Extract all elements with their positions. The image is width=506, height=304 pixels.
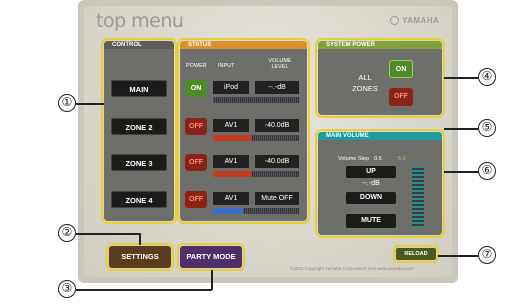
party-mode-button[interactable]: PARTY MODE xyxy=(177,243,245,271)
zone-button-zone-4[interactable]: ZONE 4 xyxy=(111,191,167,208)
volume-step-option-b[interactable]: 5.0 xyxy=(398,156,406,162)
volume-meter-zone-2 xyxy=(213,135,299,141)
power-button-zone-4[interactable]: OFF xyxy=(185,191,207,208)
control-header: CONTROL xyxy=(104,41,174,49)
callout-4-leader xyxy=(444,77,478,79)
column-input: INPUT xyxy=(218,63,235,69)
callout-4: ④ xyxy=(478,68,496,86)
system-power-off-button[interactable]: OFF xyxy=(389,88,413,106)
volume-readout: --.-dB xyxy=(362,180,380,187)
power-button-zone-2[interactable]: OFF xyxy=(185,118,207,135)
callout-2-leader-drop xyxy=(139,233,141,245)
page-title: top menu xyxy=(96,10,184,32)
callout-5: ⑤ xyxy=(478,119,496,137)
volume-meter-fill-zone-4 xyxy=(213,208,244,214)
yamaha-logo-icon xyxy=(390,16,399,25)
all-zones-label: ALL ZONES xyxy=(352,73,378,93)
power-button-zone-3[interactable]: OFF xyxy=(185,154,207,171)
system-power-on-button[interactable]: ON xyxy=(389,60,413,78)
volume-value-main: --.-dB xyxy=(255,81,299,94)
input-value-zone-3: AV1 xyxy=(213,155,249,168)
volume-value-zone-4: Mute OFF xyxy=(255,192,299,205)
copyright-text: ©2010 Copyright Yamaha Corporation Visit… xyxy=(290,266,414,271)
volume-up-button[interactable]: UP xyxy=(346,166,396,178)
status-row-zone-4: OFF AV1 Mute OFF xyxy=(183,191,303,223)
volume-step-option-a[interactable]: 0.5 xyxy=(374,156,382,162)
status-row-main: ON iPod --.-dB xyxy=(183,80,303,112)
zone-button-zone-3[interactable]: ZONE 3 xyxy=(111,154,167,171)
volume-value-zone-3: -40.0dB xyxy=(255,155,299,168)
status-row-zone-3: OFF AV1 -40.0dB xyxy=(183,154,303,186)
callout-2: ② xyxy=(58,224,76,242)
callout-3: ③ xyxy=(58,280,76,298)
power-button-main[interactable]: ON xyxy=(185,80,207,97)
volume-meter-fill-zone-3 xyxy=(213,171,252,177)
main-volume-header: MAIN VOLUME xyxy=(318,132,442,140)
zone-button-zone-2[interactable]: ZONE 2 xyxy=(111,118,167,135)
callout-6: ⑥ xyxy=(478,162,496,180)
brand: YAMAHA xyxy=(390,16,439,25)
column-power: POWER xyxy=(186,63,207,69)
volume-meter-zone-3 xyxy=(213,171,299,177)
callout-3-leader-rise xyxy=(211,270,213,290)
input-value-zone-2: AV1 xyxy=(213,119,249,132)
zone-button-main[interactable]: MAIN xyxy=(111,80,167,97)
callout-7-leader xyxy=(438,255,478,257)
callout-1-leader xyxy=(76,103,104,105)
callout-5-leader xyxy=(444,128,478,130)
mute-button[interactable]: MUTE xyxy=(346,214,396,228)
status-row-zone-2: OFF AV1 -40.0dB xyxy=(183,118,303,150)
volume-meter-main xyxy=(213,97,299,103)
callout-6-leader xyxy=(444,171,478,173)
system-power-header: SYSTEM POWER xyxy=(318,41,442,49)
column-volume: VOLUME LEVEL xyxy=(268,58,292,70)
status-header: STATUS xyxy=(180,41,307,49)
reload-button[interactable]: RELOAD xyxy=(393,245,439,263)
brand-label: YAMAHA xyxy=(402,16,440,25)
callout-7: ⑦ xyxy=(478,246,496,264)
volume-step-label: Volume Step xyxy=(338,156,370,162)
settings-button[interactable]: SETTINGS xyxy=(106,243,174,271)
callout-1: ① xyxy=(58,94,76,112)
input-value-main: iPod xyxy=(213,81,249,94)
volume-meter-zone-4 xyxy=(213,208,299,214)
input-value-zone-4: AV1 xyxy=(213,192,249,205)
volume-value-zone-2: -40.0dB xyxy=(255,119,299,132)
system-power-panel: SYSTEM POWER xyxy=(315,38,445,118)
volume-down-button[interactable]: DOWN xyxy=(346,192,396,204)
volume-meter-fill-zone-2 xyxy=(213,135,252,141)
callout-2-leader xyxy=(76,233,140,235)
main-volume-meter xyxy=(412,166,424,228)
callout-3-leader xyxy=(76,289,212,291)
